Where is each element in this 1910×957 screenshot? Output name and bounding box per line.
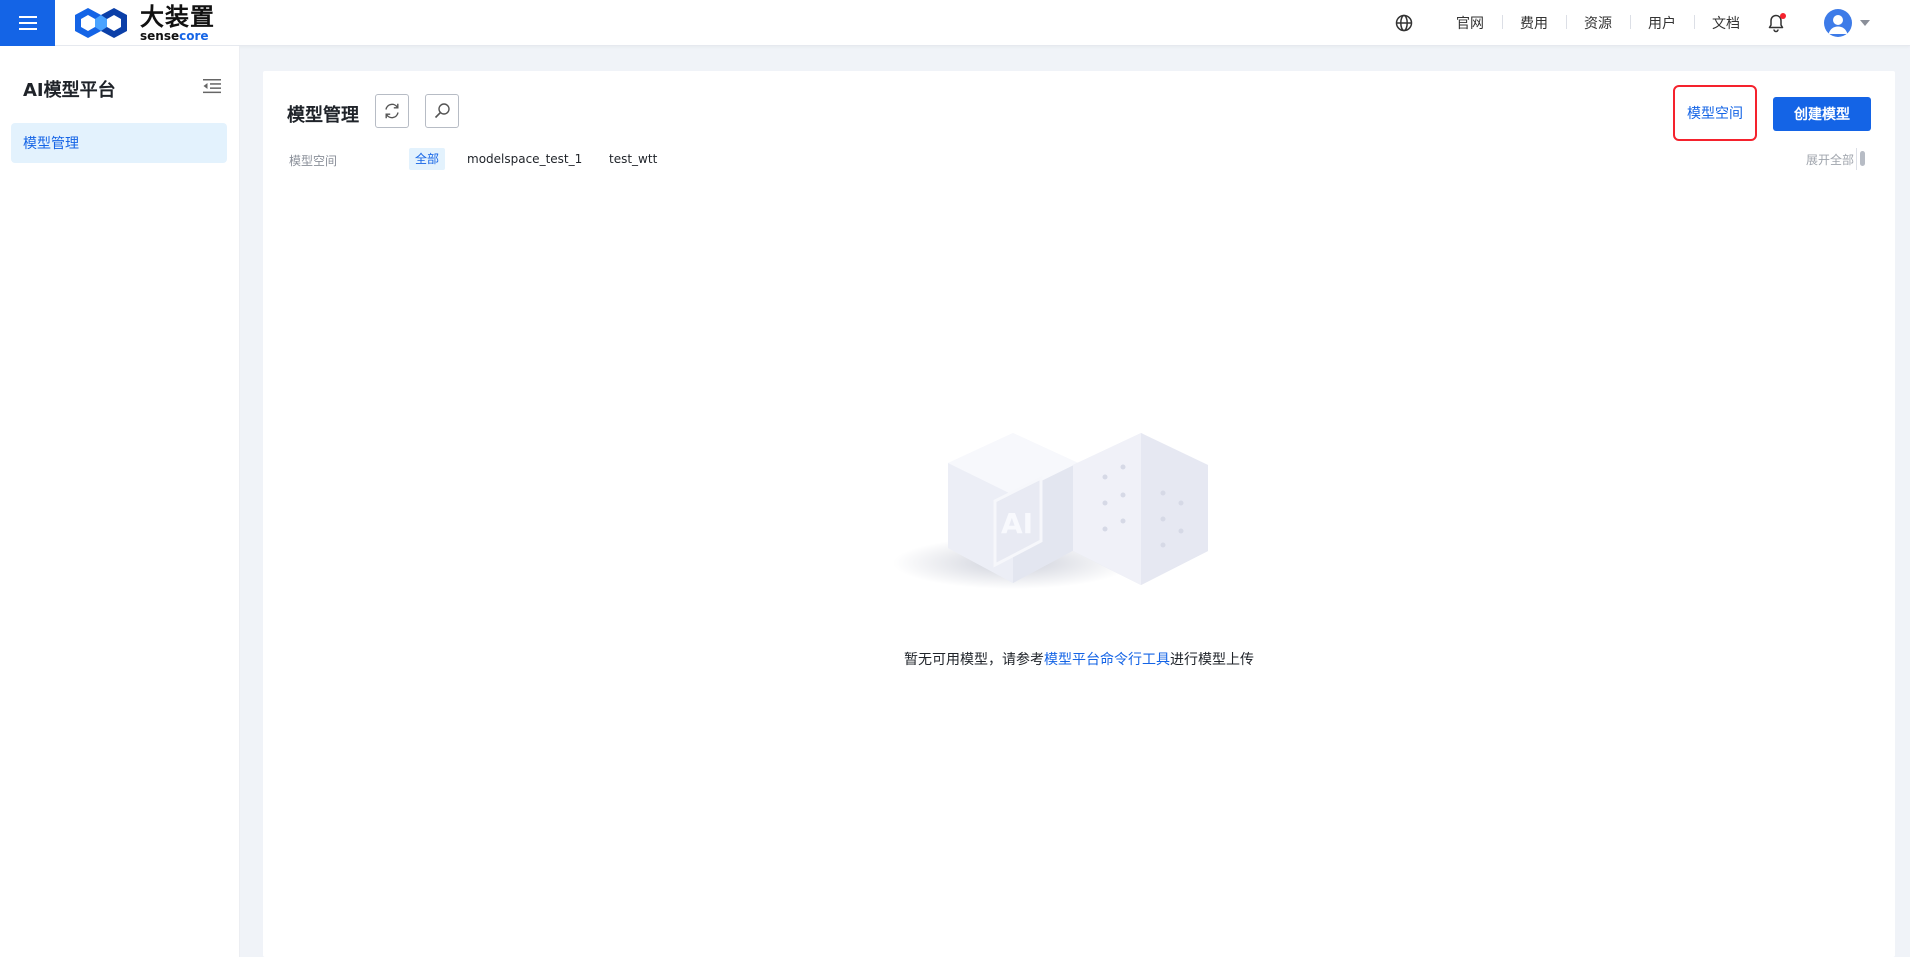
cli-tool-link[interactable]: 模型平台命令行工具 [1044, 652, 1170, 668]
search-button[interactable] [425, 94, 459, 128]
main-content: 模型管理 模型空间 创建模型 模型空间 全部 modelspace_test_1… [263, 71, 1895, 957]
logo-title: 大装置 [140, 2, 215, 31]
logo-subtitle-sense: sense [140, 28, 180, 43]
user-avatar-icon [1824, 9, 1852, 37]
logo-subtitle: sensecore [140, 30, 215, 42]
globe-icon[interactable] [1394, 13, 1414, 33]
refresh-icon [385, 103, 399, 119]
caret-down-icon [1860, 20, 1870, 26]
nav-official-site[interactable]: 官网 [1438, 13, 1502, 33]
sidebar-item-label: 模型管理 [23, 136, 79, 152]
sidebar-title: AI模型平台 [23, 80, 116, 101]
empty-state-illustration: AI [893, 433, 1208, 589]
empty-message-prefix: 暂无可用模型，请参考 [904, 652, 1044, 668]
nav-resources[interactable]: 资源 [1566, 13, 1630, 33]
hamburger-icon [18, 16, 37, 30]
expand-all-toggle[interactable]: 展开全部 [1806, 151, 1854, 168]
nav-billing[interactable]: 费用 [1502, 13, 1566, 33]
nav-docs[interactable]: 文档 [1694, 13, 1758, 33]
logo-subtitle-core: core [179, 28, 209, 43]
user-menu[interactable] [1824, 9, 1870, 37]
notification-dot [1780, 13, 1786, 19]
page-title: 模型管理 [287, 105, 359, 126]
nav-users[interactable]: 用户 [1630, 13, 1694, 33]
top-nav: 官网 费用 资源 用户 文档 [1394, 0, 1910, 46]
filter-tag-test-wtt[interactable]: test_wtt [603, 148, 663, 170]
search-icon [434, 103, 450, 119]
filter-scrollbar[interactable] [1856, 148, 1866, 170]
filter-tag-modelspace-test-1[interactable]: modelspace_test_1 [461, 148, 588, 170]
logo-mark-icon [75, 8, 127, 38]
empty-message-suffix: 进行模型上传 [1170, 652, 1254, 668]
empty-state-message: 暂无可用模型，请参考模型平台命令行工具进行模型上传 [263, 649, 1895, 669]
refresh-button[interactable] [375, 94, 409, 128]
collapse-sidebar-icon[interactable] [203, 78, 221, 94]
illustration-ai-text: AI [1001, 507, 1033, 540]
filter-tag-all[interactable]: 全部 [409, 148, 446, 170]
menu-button[interactable] [0, 0, 55, 46]
create-model-button[interactable]: 创建模型 [1773, 97, 1871, 131]
brand-logo[interactable]: 大装置 sensecore [72, 4, 215, 42]
sidebar: AI模型平台 模型管理 [0, 46, 240, 957]
notification-button[interactable] [1766, 13, 1786, 33]
model-space-button[interactable]: 模型空间 [1673, 85, 1757, 141]
sidebar-item-model-management[interactable]: 模型管理 [11, 123, 227, 163]
top-bar: 大装置 sensecore 官网 费用 资源 用户 文档 [0, 0, 1910, 46]
filter-label: 模型空间 [289, 154, 338, 168]
